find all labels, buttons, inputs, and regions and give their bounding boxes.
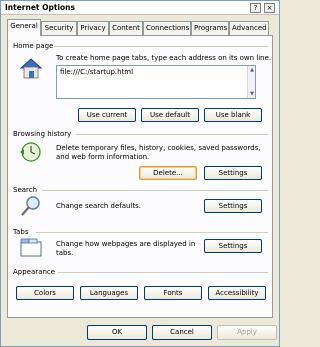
browsing-history-header: Browsing history xyxy=(13,130,72,138)
tab-general[interactable]: General xyxy=(7,19,41,36)
home-page-divider xyxy=(54,46,268,47)
close-button[interactable]: × xyxy=(264,3,275,13)
appearance-header: Appearance xyxy=(13,268,56,276)
browsing-history-description-1: Delete temporary files, history, cookies… xyxy=(56,144,261,152)
home-page-address-value: file:///C:/startup.html xyxy=(60,68,134,76)
home-page-description: To create home page tabs, type each addr… xyxy=(56,54,272,62)
search-header: Search xyxy=(13,186,38,194)
tab-privacy[interactable]: Privacy xyxy=(77,21,109,35)
apply-button[interactable]: Apply xyxy=(217,325,277,340)
address-scrollbar[interactable]: ▲ ▼ xyxy=(247,66,255,98)
search-divider xyxy=(42,190,268,191)
tabs-description-2: tabs. xyxy=(56,249,74,257)
languages-button[interactable]: Languages xyxy=(80,286,138,300)
title-bar: Internet Options ? × xyxy=(1,1,279,15)
tabs-header: Tabs xyxy=(13,228,29,236)
window-title: Internet Options xyxy=(5,3,75,12)
tabs-description-1: Change how webpages are displayed in xyxy=(56,240,196,248)
tabs-settings-button[interactable]: Settings xyxy=(204,239,262,253)
tab-strip: General Security Privacy Content Connect… xyxy=(1,17,279,36)
ok-button[interactable]: OK xyxy=(87,325,147,340)
browsing-history-settings-button[interactable]: Settings xyxy=(204,166,262,180)
scroll-up-arrow-icon[interactable]: ▲ xyxy=(248,66,256,74)
tabs-icon xyxy=(20,238,42,257)
use-current-button[interactable]: Use current xyxy=(78,108,136,122)
browsing-history-description-2: and web form information. xyxy=(56,153,150,161)
house-icon xyxy=(19,58,43,79)
tab-security[interactable]: Security xyxy=(41,21,77,35)
home-page-address-field[interactable]: file:///C:/startup.html ▲ ▼ xyxy=(56,65,256,99)
search-description: Change search defaults. xyxy=(56,202,142,210)
general-tab-panel: Home page To create home page tabs, type… xyxy=(7,35,273,318)
fonts-button[interactable]: Fonts xyxy=(144,286,202,300)
scroll-down-arrow-icon[interactable]: ▼ xyxy=(248,90,256,98)
internet-options-dialog: Internet Options ? × General Security Pr… xyxy=(0,0,280,347)
history-clock-icon xyxy=(20,142,41,162)
accessibility-button[interactable]: Accessibility xyxy=(208,286,266,300)
tabs-divider xyxy=(36,232,268,233)
use-blank-button[interactable]: Use blank xyxy=(204,108,262,122)
tab-connections[interactable]: Connections xyxy=(143,21,191,35)
delete-history-button[interactable]: Delete... xyxy=(139,166,197,180)
search-settings-button[interactable]: Settings xyxy=(204,199,262,213)
home-page-header: Home page xyxy=(13,42,54,50)
tab-programs[interactable]: Programs xyxy=(191,21,229,35)
magnifier-icon xyxy=(21,196,40,216)
tab-advanced[interactable]: Advanced xyxy=(229,21,269,35)
tab-content[interactable]: Content xyxy=(109,21,143,35)
cancel-button[interactable]: Cancel xyxy=(152,325,212,340)
use-default-button[interactable]: Use default xyxy=(141,108,199,122)
help-button[interactable]: ? xyxy=(250,3,261,13)
colors-button[interactable]: Colors xyxy=(16,286,74,300)
browsing-history-divider xyxy=(76,134,268,135)
appearance-divider xyxy=(58,272,268,273)
